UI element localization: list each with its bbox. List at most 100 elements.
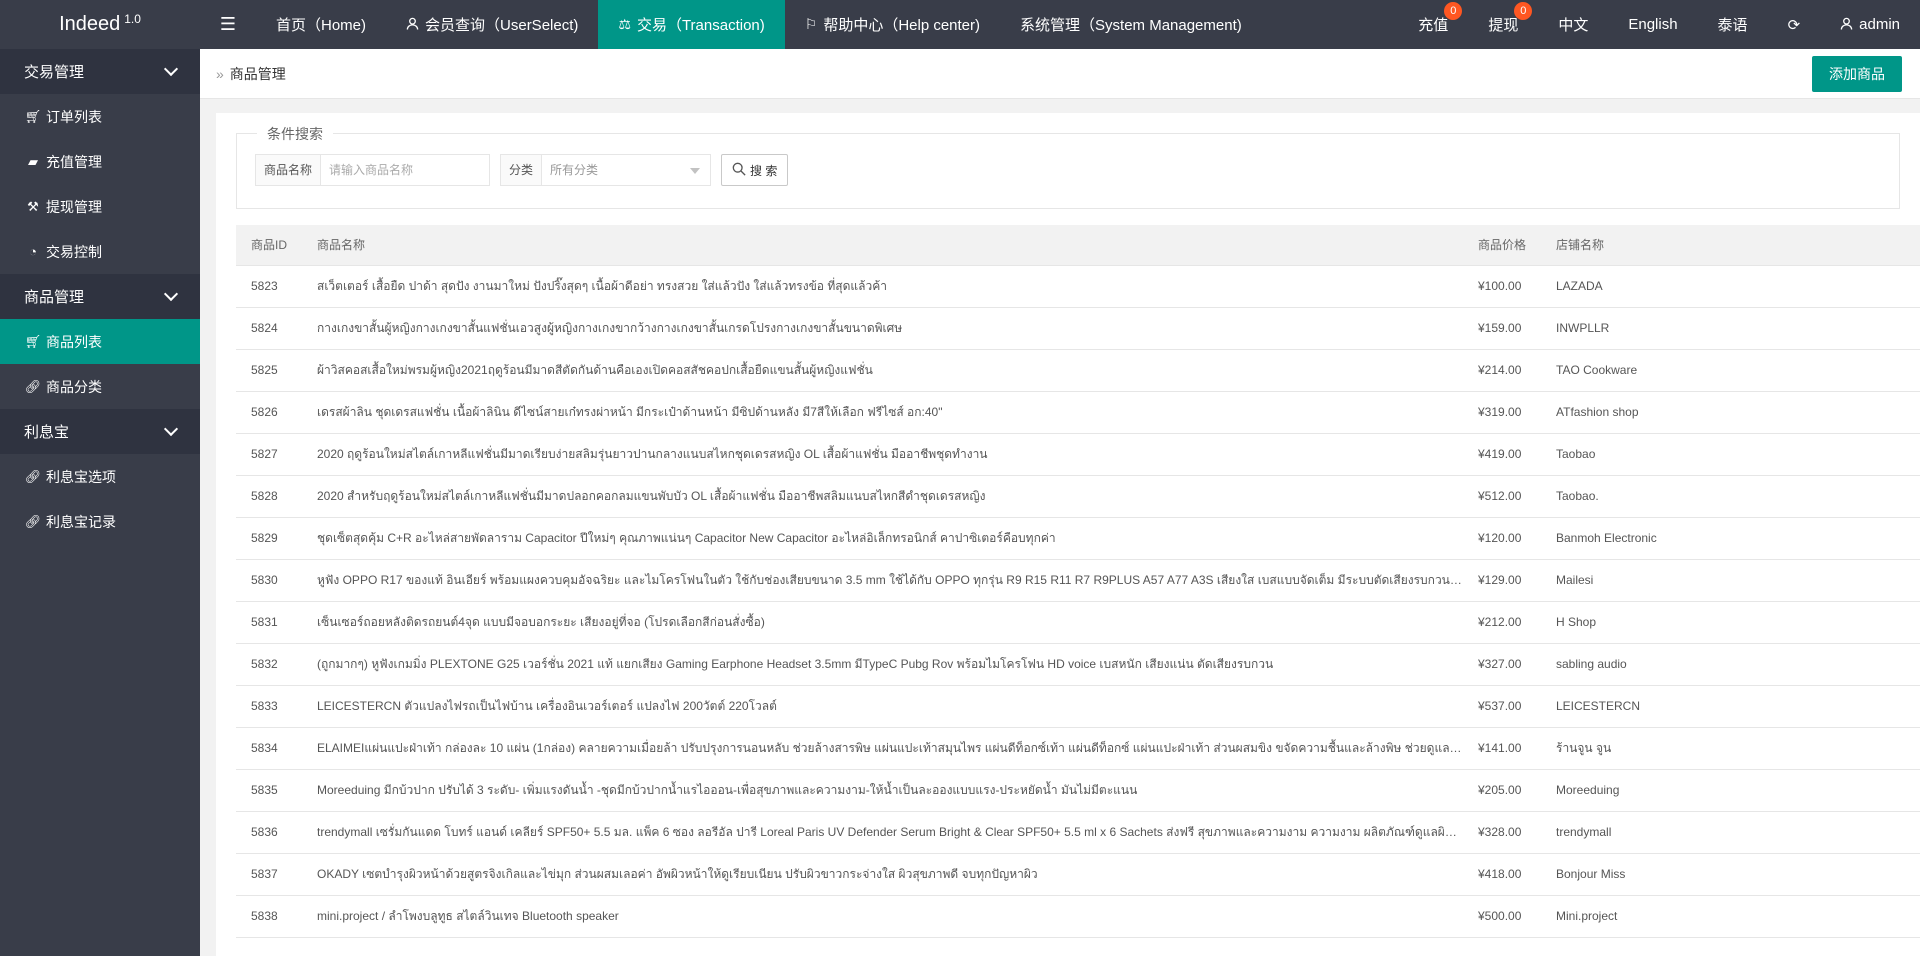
cell-price: ¥328.00 xyxy=(1463,811,1541,854)
cell-id: 5829 xyxy=(236,517,302,560)
flag-icon: ⚐ xyxy=(804,16,818,32)
cell-id: 5830 xyxy=(236,559,302,602)
sidebar-item-interest-options[interactable]: 🔗︎ 利息宝选项 xyxy=(0,454,200,499)
col-header-name[interactable]: 商品名称 xyxy=(302,225,1463,266)
cell-name: trendymall เซรั่มกันแดด โบทร์ แอนด์ เคลี… xyxy=(302,811,1463,854)
nav-system-management[interactable]: 系统管理（System Management) xyxy=(1000,0,1262,49)
chat-icon: ▰ xyxy=(28,153,38,169)
recharge-label: 充值 xyxy=(1418,17,1449,34)
sidebar-group-label: 商品管理 xyxy=(24,289,85,306)
cell-name: สเว็ตเตอร์ เสื้อยืด ปาด้า สุดปัง งานมาให… xyxy=(302,265,1463,308)
table-row[interactable]: 5825 ผ้าวิสคอสเสื้อใหม่พรมผู้หญิง2021ฤดูร… xyxy=(236,349,1920,392)
breadcrumb-current: 商品管理 xyxy=(229,65,286,82)
cell-price: ¥159.00 xyxy=(1463,307,1541,350)
search-button[interactable]: 搜 索 xyxy=(721,154,789,186)
table-row[interactable]: 5834 ELAIMEIแผ่นแปะฝ่าเท้า กล่องละ 10 แผ่… xyxy=(236,727,1920,770)
link-icon: 🔗︎ xyxy=(24,513,42,529)
sidebar-item-order-list[interactable]: 🛒︎ 订单列表 xyxy=(0,94,200,139)
cell-shop: TAO Cookware xyxy=(1541,349,1920,392)
table-row[interactable]: 5824 กางเกงขาสั้นผู้หญิงกางเกงขาสั้นแฟชั่… xyxy=(236,307,1920,350)
cell-price: ¥129.00 xyxy=(1463,559,1541,602)
cell-shop: Bonjour Miss xyxy=(1541,853,1920,896)
sidebar-item-label: 充值管理 xyxy=(46,153,102,170)
nav-home[interactable]: 首页（Home) xyxy=(256,0,386,49)
sidebar-group-label: 利息宝 xyxy=(24,424,70,441)
cell-price: ¥500.00 xyxy=(1463,895,1541,938)
withdraw-count-badge: 0 xyxy=(1514,2,1533,20)
cell-id: 5827 xyxy=(236,433,302,476)
search-button-label: 搜 索 xyxy=(750,163,778,178)
sidebar-item-label: 订单列表 xyxy=(46,108,102,125)
cell-name: เดรสผ้าลิน ชุดเดรสแฟชั่น เนื้อผ้าลินิน ด… xyxy=(302,391,1463,434)
lang-english[interactable]: English xyxy=(1608,0,1697,49)
sidebar-item-label: 商品列表 xyxy=(46,333,102,350)
cell-price: ¥419.00 xyxy=(1463,433,1541,476)
nav-user-select[interactable]: 会员查询（UserSelect) xyxy=(386,0,598,49)
cell-shop: trendymall xyxy=(1541,811,1920,854)
refresh-button[interactable]: ⟳ xyxy=(1768,0,1821,49)
table-row[interactable]: 5823 สเว็ตเตอร์ เสื้อยืด ปาด้า สุดปัง งาน… xyxy=(236,265,1920,308)
table-row[interactable]: 5829 ชุดเซ็ตสุดคุ้ม C+R อะไหล่สายพัดลาราม… xyxy=(236,517,1920,560)
sidebar-item-withdraw[interactable]: ⚒ 提现管理 xyxy=(0,184,200,229)
cell-shop: LAZADA xyxy=(1541,265,1920,308)
cell-name: ผ้าวิสคอสเสื้อใหม่พรมผู้หญิง2021ฤดูร้อนม… xyxy=(302,349,1463,392)
cell-name: ELAIMEIแผ่นแปะฝ่าเท้า กล่องละ 10 แผ่น (1… xyxy=(302,727,1463,770)
app-logo[interactable]: Indeed 1.0 xyxy=(0,0,200,49)
user-menu[interactable]: admin xyxy=(1820,0,1920,49)
col-header-shop[interactable]: 店铺名称 xyxy=(1541,225,1920,266)
lang-thai[interactable]: 泰语 xyxy=(1698,0,1768,49)
sidebar-group-goods[interactable]: 商品管理 xyxy=(0,274,200,319)
cell-name: OKADY เซตบำรุงผิวหน้าด้วยสูตรจิงเกิลและไ… xyxy=(302,853,1463,896)
sidebar-item-goods-list[interactable]: 🛒︎ 商品列表 xyxy=(0,319,200,364)
cell-price: ¥214.00 xyxy=(1463,349,1541,392)
cart-icon: 🛒︎ xyxy=(24,333,42,349)
top-header: Indeed 1.0 ☰ 首页（Home) 会员查询（UserSelect) ⚖ … xyxy=(0,0,1920,49)
cell-id: 5828 xyxy=(236,475,302,518)
cell-name: 2020 สำหรับฤดูร้อนใหม่สไตล์เกาหลีแฟชั่นม… xyxy=(302,475,1463,518)
recharge-link[interactable]: 充值 0 xyxy=(1398,0,1468,49)
sidebar-item-recharge[interactable]: ▰ 充值管理 xyxy=(0,139,200,184)
withdraw-link[interactable]: 提现 0 xyxy=(1468,0,1538,49)
table-row[interactable]: 5832 (ถูกมากๆ) หูฟังเกมมิ่ง PLEXTONE G25 … xyxy=(236,643,1920,686)
cell-price: ¥141.00 xyxy=(1463,727,1541,770)
col-header-id[interactable]: 商品ID xyxy=(236,225,302,266)
table-row[interactable]: 5838 mini.project / ลำโพงบลูทูธ สไตล์วินเ… xyxy=(236,895,1920,938)
goods-name-input[interactable] xyxy=(321,155,490,185)
scale-icon: ⚖ xyxy=(618,16,631,32)
col-header-price[interactable]: 商品价格 xyxy=(1463,225,1541,266)
lang-chinese[interactable]: 中文 xyxy=(1538,0,1608,49)
cart-icon: 🛒︎ xyxy=(24,108,42,124)
search-fieldset: 条件搜索 商品名称 分类 所有分类 搜 索 xyxy=(236,124,1900,209)
menu-toggle-button[interactable]: ☰ xyxy=(200,0,256,49)
cell-shop: H Shop xyxy=(1541,601,1920,644)
table-row[interactable]: 5828 2020 สำหรับฤดูร้อนใหม่สไตล์เกาหลีแฟช… xyxy=(236,475,1920,518)
breadcrumb: » 商品管理 添加商品 xyxy=(200,49,1920,99)
add-goods-button[interactable]: 添加商品 xyxy=(1812,56,1902,92)
cell-id: 5824 xyxy=(236,307,302,350)
sidebar-item-goods-category[interactable]: 🔗︎ 商品分类 xyxy=(0,364,200,409)
table-row[interactable]: 5826 เดรสผ้าลิน ชุดเดรสแฟชั่น เนื้อผ้าลิน… xyxy=(236,391,1920,434)
nav-transaction[interactable]: ⚖ 交易（Transaction) xyxy=(598,0,785,49)
category-select[interactable]: 所有分类 xyxy=(542,155,710,185)
goods-card: 条件搜索 商品名称 分类 所有分类 搜 索 xyxy=(216,113,1920,956)
user-name: admin xyxy=(1859,16,1900,33)
link-icon: 🔗︎ xyxy=(24,468,42,484)
cell-price: ¥205.00 xyxy=(1463,769,1541,812)
table-row[interactable]: 5827 2020 ฤดูร้อนใหม่สไตล์เกาหลีแฟชั่นมีม… xyxy=(236,433,1920,476)
table-row[interactable]: 5836 trendymall เซรั่มกันแดด โบทร์ แอนด์ … xyxy=(236,811,1920,854)
logo-version: 1.0 xyxy=(124,11,141,26)
sidebar-group-transaction[interactable]: 交易管理 xyxy=(0,49,200,94)
sidebar-group-interest[interactable]: 利息宝 xyxy=(0,409,200,454)
table-row[interactable]: 5831 เซ็นเซอร์ถอยหลังติดรถยนต์4จุด แบบมีจ… xyxy=(236,601,1920,644)
table-row[interactable]: 5837 OKADY เซตบำรุงผิวหน้าด้วยสูตรจิงเกิล… xyxy=(236,853,1920,896)
hammer-icon: ⚒ xyxy=(27,198,39,214)
table-row[interactable]: 5830 หูฟัง OPPO R17 ของแท้ อินเอียร์ พร้อ… xyxy=(236,559,1920,602)
sidebar-item-interest-records[interactable]: 🔗︎ 利息宝记录 xyxy=(0,499,200,544)
table-row[interactable]: 5833 LEICESTERCN ตัวแปลงไฟรถเป็นไฟบ้าน เค… xyxy=(236,685,1920,728)
cell-shop: ATfashion shop xyxy=(1541,391,1920,434)
goods-name-group: 商品名称 xyxy=(255,154,491,186)
cell-price: ¥120.00 xyxy=(1463,517,1541,560)
nav-help-center[interactable]: ⚐ 帮助中心（Help center) xyxy=(785,0,1000,49)
sidebar-item-trade-control[interactable]: ◔ 交易控制 xyxy=(0,229,200,274)
table-row[interactable]: 5835 Moreeduing มีกบ้วปาก ปรับได้ 3 ระดับ… xyxy=(236,769,1920,812)
